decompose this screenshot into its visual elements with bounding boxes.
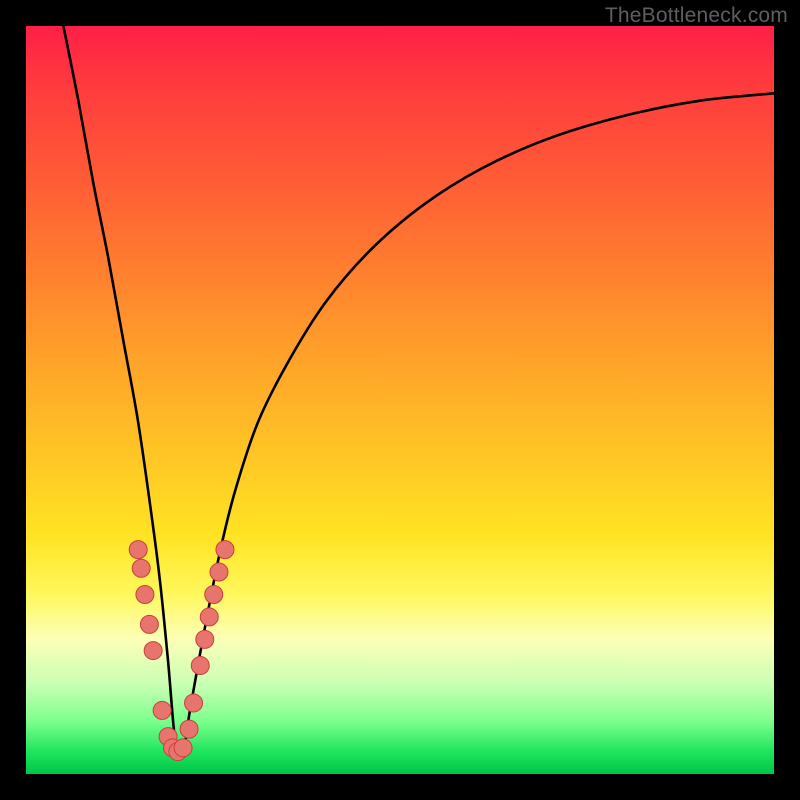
- data-marker: [144, 642, 162, 660]
- plot-area: [26, 26, 774, 774]
- chart-stage: TheBottleneck.com: [0, 0, 800, 800]
- data-marker: [191, 657, 209, 675]
- watermark-text: TheBottleneck.com: [605, 4, 788, 28]
- data-marker: [200, 608, 218, 626]
- data-marker: [210, 563, 228, 581]
- data-marker: [174, 739, 192, 757]
- data-marker: [153, 701, 171, 719]
- bottleneck-curve: [63, 26, 774, 756]
- data-marker: [132, 559, 150, 577]
- data-marker: [140, 615, 158, 633]
- data-marker: [205, 585, 223, 603]
- marker-layer: [129, 541, 234, 761]
- data-marker: [216, 541, 234, 559]
- data-marker: [185, 694, 203, 712]
- data-marker: [129, 541, 147, 559]
- data-marker: [196, 630, 214, 648]
- chart-svg: [26, 26, 774, 774]
- data-marker: [180, 720, 198, 738]
- data-marker: [136, 585, 154, 603]
